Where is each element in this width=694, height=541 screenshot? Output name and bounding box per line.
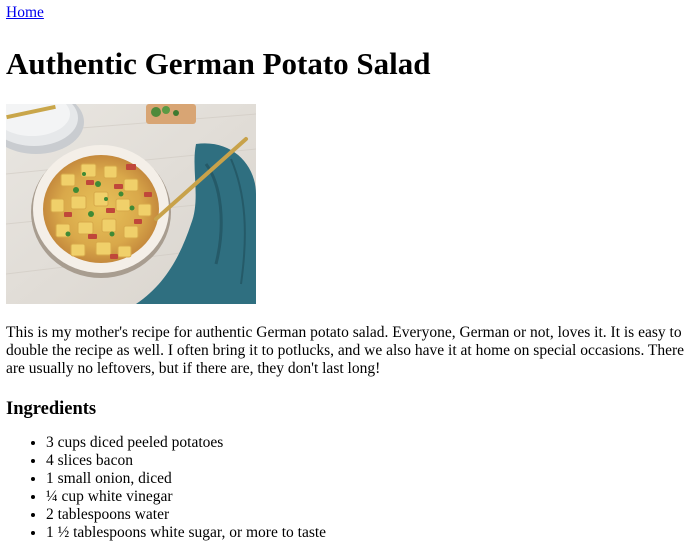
recipe-photo: [6, 104, 256, 304]
ingredient-item: 1 small onion, diced: [46, 470, 694, 488]
ingredient-item: ¼ cup white vinegar: [46, 488, 694, 506]
recipe-title: Authentic German Potato Salad: [6, 46, 431, 81]
recipe-description: This is my mother's recipe for authentic…: [6, 324, 685, 377]
ingredient-item: 3 cups diced peeled potatoes: [46, 434, 694, 452]
page-content: Home Authentic German Potato Salad This …: [6, 4, 694, 541]
potato-salad-illustration: [6, 104, 256, 304]
ingredients-list: 3 cups diced peeled potatoes 4 slices ba…: [6, 434, 694, 541]
ingredient-item: 4 slices bacon: [46, 452, 694, 470]
ingredient-item: 1 ½ tablespoons white sugar, or more to …: [46, 524, 694, 541]
ingredients-heading: Ingredients: [6, 399, 97, 419]
home-link[interactable]: Home: [6, 4, 44, 22]
ingredient-item: 2 tablespoons water: [46, 506, 694, 524]
